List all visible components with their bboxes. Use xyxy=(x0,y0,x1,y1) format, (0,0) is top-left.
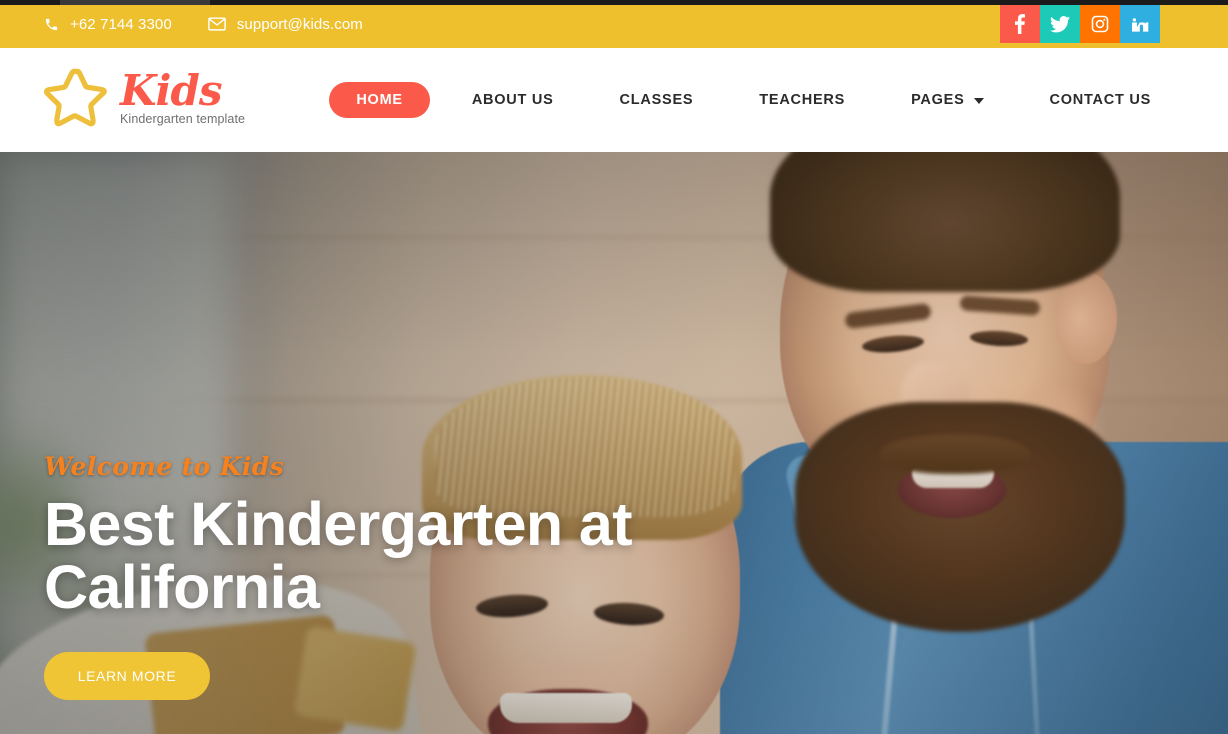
logo-text-group: Kids Kindergarten template xyxy=(120,62,245,126)
logo-name: Kids xyxy=(120,66,222,115)
nav-item-classes[interactable]: CLASSES xyxy=(587,92,727,108)
nav-item-about-us[interactable]: ABOUT US xyxy=(439,92,587,108)
nav-item-contact-us[interactable]: CONTACT US xyxy=(1017,92,1184,108)
facebook-icon xyxy=(1015,14,1025,34)
twitter-icon xyxy=(1050,15,1070,33)
social-links xyxy=(1000,5,1160,43)
nav-label-teachers: TEACHERS xyxy=(759,92,846,108)
browser-chrome-strip xyxy=(0,0,1228,5)
phone-contact[interactable]: +62 7144 3300 xyxy=(44,16,172,32)
nav-label-contact-us: CONTACT US xyxy=(1049,92,1151,108)
twitter-link[interactable] xyxy=(1040,5,1080,43)
logo-tagline: Kindergarten template xyxy=(120,111,246,126)
hero-title: Best Kindergarten at California xyxy=(44,490,633,622)
email-contact[interactable]: support@kids.com xyxy=(208,16,363,32)
site-header: Kids Kindergarten template HOME ABOUT US… xyxy=(0,48,1228,152)
star-icon xyxy=(44,68,107,127)
linkedin-link[interactable] xyxy=(1120,5,1160,43)
nav-item-home[interactable]: HOME xyxy=(329,82,430,118)
main-navigation: HOME ABOUT US CLASSES TEACHERS PAGES CON… xyxy=(329,48,1184,152)
browser-tab-ghost xyxy=(60,0,210,5)
top-contact-bar: +62 7144 3300 support@kids.com xyxy=(0,0,1228,48)
nav-item-pages[interactable]: PAGES xyxy=(878,92,1016,108)
facebook-link[interactable] xyxy=(1000,5,1040,43)
chevron-down-icon xyxy=(973,98,984,104)
nav-label-pages: PAGES xyxy=(911,92,965,108)
nav-label-classes: CLASSES xyxy=(619,92,694,108)
email-address: support@kids.com xyxy=(236,16,363,33)
contact-info-group: +62 7144 3300 support@kids.com xyxy=(44,0,363,48)
nav-item-teachers[interactable]: TEACHERS xyxy=(726,92,878,108)
phone-number: +62 7144 3300 xyxy=(70,16,172,33)
hero-section: Welcome to Kids Best Kindergarten at Cal… xyxy=(0,152,1228,734)
nav-label-about-us: ABOUT US xyxy=(471,92,554,108)
site-logo[interactable]: Kids Kindergarten template xyxy=(44,62,245,128)
instagram-icon xyxy=(1091,15,1109,33)
learn-more-button[interactable]: LEARN MORE xyxy=(44,651,210,700)
envelope-icon xyxy=(208,17,226,31)
phone-icon xyxy=(44,17,59,32)
hero-content: Welcome to Kids Best Kindergarten at Cal… xyxy=(44,452,744,700)
linkedin-icon xyxy=(1131,16,1149,33)
instagram-link[interactable] xyxy=(1080,5,1120,43)
nav-label-home: HOME xyxy=(356,92,403,108)
hero-welcome-text: Welcome to Kids xyxy=(44,452,285,481)
